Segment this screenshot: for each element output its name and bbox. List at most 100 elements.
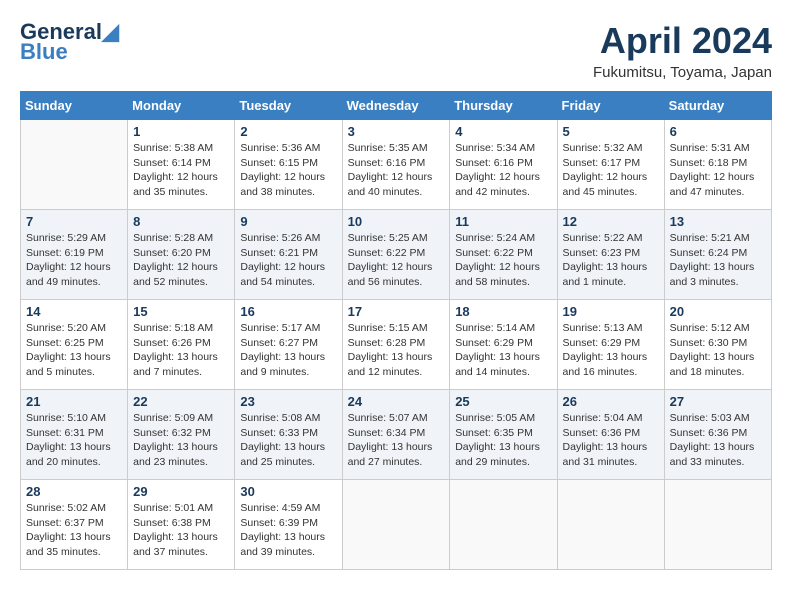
logo-line2: Blue (20, 39, 68, 64)
calendar-cell: 23 Sunrise: 5:08 AM Sunset: 6:33 PM Dayli… (235, 390, 342, 480)
day-number: 27 (670, 394, 766, 409)
day-number: 9 (240, 214, 336, 229)
day-info: Sunrise: 5:26 AM Sunset: 6:21 PM Dayligh… (240, 231, 336, 290)
day-info: Sunrise: 5:25 AM Sunset: 6:22 PM Dayligh… (348, 231, 445, 290)
calendar-week-row: 7Sunrise: 5:29 AM Sunset: 6:19 PM Daylig… (21, 210, 772, 300)
title-area: April 2024 Fukumitsu, Toyama, Japan (593, 20, 772, 81)
day-info: Sunrise: 5:29 AM Sunset: 6:19 PM Dayligh… (26, 231, 122, 290)
day-number: 16 (240, 304, 336, 319)
day-number: 24 (348, 394, 445, 409)
calendar-week-row: 28Sunrise: 5:02 AM Sunset: 6:37 PM Dayli… (21, 480, 772, 570)
day-number: 30 (240, 484, 336, 499)
day-info: Sunrise: 5:31 AM Sunset: 6:18 PM Dayligh… (670, 141, 766, 200)
day-info: Sunrise: 5:15 AM Sunset: 6:28 PM Dayligh… (348, 321, 445, 380)
day-info: Sunrise: 5:32 AM Sunset: 6:17 PM Dayligh… (563, 141, 659, 200)
day-number: 3 (348, 124, 445, 139)
subtitle: Fukumitsu, Toyama, Japan (593, 64, 772, 81)
calendar-cell: 11 Sunrise: 5:24 AM Sunset: 6:22 PM Dayli… (450, 210, 557, 300)
calendar-header-row: SundayMondayTuesdayWednesdayThursdayFrid… (21, 92, 772, 120)
day-number: 25 (455, 394, 551, 409)
day-info: Sunrise: 5:35 AM Sunset: 6:16 PM Dayligh… (348, 141, 445, 200)
calendar-cell: 3 Sunrise: 5:35 AM Sunset: 6:16 PM Daylig… (342, 120, 450, 210)
day-number: 6 (670, 124, 766, 139)
day-info: Sunrise: 5:08 AM Sunset: 6:33 PM Dayligh… (240, 411, 336, 470)
calendar-cell: 28Sunrise: 5:02 AM Sunset: 6:37 PM Dayli… (21, 480, 128, 570)
day-number: 10 (348, 214, 445, 229)
calendar-cell (557, 480, 664, 570)
day-header-thursday: Thursday (450, 92, 557, 120)
day-header-sunday: Sunday (21, 92, 128, 120)
day-number: 5 (563, 124, 659, 139)
day-number: 13 (670, 214, 766, 229)
day-info: Sunrise: 5:09 AM Sunset: 6:32 PM Dayligh… (133, 411, 229, 470)
day-info: Sunrise: 5:13 AM Sunset: 6:29 PM Dayligh… (563, 321, 659, 380)
day-info: Sunrise: 5:14 AM Sunset: 6:29 PM Dayligh… (455, 321, 551, 380)
day-info: Sunrise: 5:10 AM Sunset: 6:31 PM Dayligh… (26, 411, 122, 470)
calendar-cell: 17 Sunrise: 5:15 AM Sunset: 6:28 PM Dayli… (342, 300, 450, 390)
day-info: Sunrise: 5:36 AM Sunset: 6:15 PM Dayligh… (240, 141, 336, 200)
day-number: 2 (240, 124, 336, 139)
day-info: Sunrise: 5:21 AM Sunset: 6:24 PM Dayligh… (670, 231, 766, 290)
day-number: 4 (455, 124, 551, 139)
calendar-cell (342, 480, 450, 570)
day-info: Sunrise: 5:03 AM Sunset: 6:36 PM Dayligh… (670, 411, 766, 470)
day-number: 11 (455, 214, 551, 229)
calendar-cell: 30Sunrise: 4:59 AM Sunset: 6:39 PM Dayli… (235, 480, 342, 570)
calendar-cell: 15Sunrise: 5:18 AM Sunset: 6:26 PM Dayli… (128, 300, 235, 390)
calendar-cell: 26Sunrise: 5:04 AM Sunset: 6:36 PM Dayli… (557, 390, 664, 480)
day-number: 8 (133, 214, 229, 229)
calendar-cell: 16 Sunrise: 5:17 AM Sunset: 6:27 PM Dayli… (235, 300, 342, 390)
calendar-cell: 27 Sunrise: 5:03 AM Sunset: 6:36 PM Dayli… (664, 390, 771, 480)
day-header-wednesday: Wednesday (342, 92, 450, 120)
calendar-cell: 29 Sunrise: 5:01 AM Sunset: 6:38 PM Dayli… (128, 480, 235, 570)
day-info: Sunrise: 5:24 AM Sunset: 6:22 PM Dayligh… (455, 231, 551, 290)
calendar-cell (21, 120, 128, 210)
calendar-week-row: 14 Sunrise: 5:20 AM Sunset: 6:25 PM Dayli… (21, 300, 772, 390)
calendar-cell: 18Sunrise: 5:14 AM Sunset: 6:29 PM Dayli… (450, 300, 557, 390)
calendar-cell (664, 480, 771, 570)
day-info: Sunrise: 5:38 AM Sunset: 6:14 PM Dayligh… (133, 141, 229, 200)
day-number: 15 (133, 304, 229, 319)
calendar-cell: 9 Sunrise: 5:26 AM Sunset: 6:21 PM Daylig… (235, 210, 342, 300)
day-number: 22 (133, 394, 229, 409)
calendar-cell: 10 Sunrise: 5:25 AM Sunset: 6:22 PM Dayli… (342, 210, 450, 300)
day-info: Sunrise: 5:34 AM Sunset: 6:16 PM Dayligh… (455, 141, 551, 200)
logo: General◢ Blue (20, 20, 119, 64)
day-number: 28 (26, 484, 122, 499)
day-header-saturday: Saturday (664, 92, 771, 120)
day-number: 17 (348, 304, 445, 319)
calendar-cell: 14 Sunrise: 5:20 AM Sunset: 6:25 PM Dayli… (21, 300, 128, 390)
day-number: 21 (26, 394, 122, 409)
calendar-cell: 24 Sunrise: 5:07 AM Sunset: 6:34 PM Dayli… (342, 390, 450, 480)
calendar-week-row: 21 Sunrise: 5:10 AM Sunset: 6:31 PM Dayli… (21, 390, 772, 480)
day-info: Sunrise: 5:01 AM Sunset: 6:38 PM Dayligh… (133, 501, 229, 560)
day-info: Sunrise: 5:07 AM Sunset: 6:34 PM Dayligh… (348, 411, 445, 470)
calendar-cell: 20 Sunrise: 5:12 AM Sunset: 6:30 PM Dayli… (664, 300, 771, 390)
calendar-cell: 5 Sunrise: 5:32 AM Sunset: 6:17 PM Daylig… (557, 120, 664, 210)
day-header-monday: Monday (128, 92, 235, 120)
day-header-friday: Friday (557, 92, 664, 120)
calendar-cell: 4 Sunrise: 5:34 AM Sunset: 6:16 PM Daylig… (450, 120, 557, 210)
day-info: Sunrise: 5:12 AM Sunset: 6:30 PM Dayligh… (670, 321, 766, 380)
calendar-cell (450, 480, 557, 570)
calendar-cell: 19 Sunrise: 5:13 AM Sunset: 6:29 PM Dayli… (557, 300, 664, 390)
day-number: 1 (133, 124, 229, 139)
day-number: 19 (563, 304, 659, 319)
day-number: 23 (240, 394, 336, 409)
calendar-cell: 22 Sunrise: 5:09 AM Sunset: 6:32 PM Dayli… (128, 390, 235, 480)
day-number: 20 (670, 304, 766, 319)
day-number: 14 (26, 304, 122, 319)
day-info: Sunrise: 5:05 AM Sunset: 6:35 PM Dayligh… (455, 411, 551, 470)
calendar-cell: 12Sunrise: 5:22 AM Sunset: 6:23 PM Dayli… (557, 210, 664, 300)
calendar: SundayMondayTuesdayWednesdayThursdayFrid… (20, 91, 772, 570)
calendar-week-row: 1 Sunrise: 5:38 AM Sunset: 6:14 PM Daylig… (21, 120, 772, 210)
day-number: 29 (133, 484, 229, 499)
calendar-cell: 8 Sunrise: 5:28 AM Sunset: 6:20 PM Daylig… (128, 210, 235, 300)
day-number: 26 (563, 394, 659, 409)
day-info: Sunrise: 5:28 AM Sunset: 6:20 PM Dayligh… (133, 231, 229, 290)
calendar-cell: 7Sunrise: 5:29 AM Sunset: 6:19 PM Daylig… (21, 210, 128, 300)
day-info: Sunrise: 5:17 AM Sunset: 6:27 PM Dayligh… (240, 321, 336, 380)
day-info: Sunrise: 5:20 AM Sunset: 6:25 PM Dayligh… (26, 321, 122, 380)
calendar-cell: 21 Sunrise: 5:10 AM Sunset: 6:31 PM Dayli… (21, 390, 128, 480)
day-info: Sunrise: 5:22 AM Sunset: 6:23 PM Dayligh… (563, 231, 659, 290)
